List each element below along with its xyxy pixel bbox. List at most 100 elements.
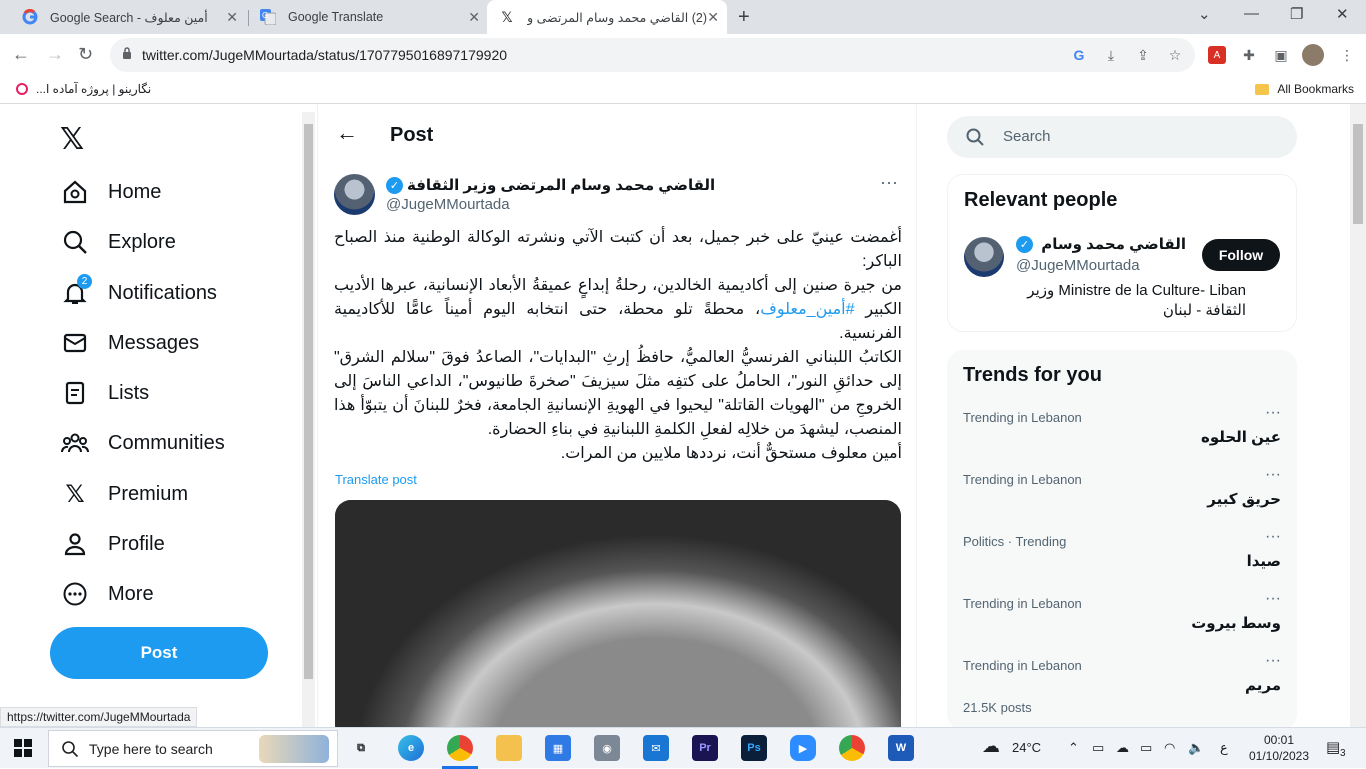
system-clock[interactable]: 00:01 01/10/2023 xyxy=(1248,732,1310,764)
file-explorer-icon[interactable] xyxy=(496,735,522,761)
scrollbar-thumb[interactable] xyxy=(1353,124,1363,224)
more-options-icon[interactable]: ··· xyxy=(1265,590,1281,608)
trend-item[interactable]: Trending in Lebanon ··· وسط بيروت xyxy=(963,590,1281,658)
hashtag-link[interactable]: #أمين_معلوف xyxy=(760,301,854,318)
back-arrow-icon[interactable]: ← xyxy=(336,120,358,146)
person-avatar[interactable] xyxy=(964,237,1004,277)
sidebar-scrollbar[interactable] xyxy=(302,112,315,727)
reload-icon[interactable]: ↻ xyxy=(78,44,93,65)
zoom-icon[interactable]: ▶ xyxy=(790,735,816,761)
google-icon xyxy=(22,9,38,25)
chevron-up-icon[interactable]: ⌃ xyxy=(1068,740,1079,756)
photoshop-icon[interactable]: Ps xyxy=(741,735,767,761)
nav-lists[interactable]: Lists xyxy=(60,371,149,415)
extensions-puzzle-icon[interactable]: ✚ xyxy=(1240,46,1258,64)
tweet-image[interactable] xyxy=(335,500,901,727)
window-close-icon[interactable]: ✕ xyxy=(1336,5,1349,23)
tab-search-chevron-icon[interactable]: ⌄ xyxy=(1198,5,1211,23)
svg-text:G: G xyxy=(262,11,268,20)
more-options-icon[interactable]: ··· xyxy=(1265,466,1281,484)
nav-explore[interactable]: Explore xyxy=(60,220,176,264)
back-arrow-icon[interactable]: ← xyxy=(12,44,30,65)
premiere-icon[interactable]: Pr xyxy=(692,735,718,761)
battery-icon[interactable]: ▭ xyxy=(1140,740,1152,756)
wifi-icon[interactable]: ◠ xyxy=(1164,740,1175,756)
author-handle[interactable]: @JugeMMourtada xyxy=(386,196,510,213)
trend-name: عين الحلوه xyxy=(1200,429,1281,446)
share-icon[interactable]: ⇪ xyxy=(1134,46,1152,64)
word-icon[interactable]: W xyxy=(888,735,914,761)
edge-icon[interactable]: e xyxy=(398,735,424,761)
x-logo-icon[interactable]: 𝕏 xyxy=(60,122,84,157)
volume-icon[interactable]: 🔈 xyxy=(1188,740,1204,756)
chrome-profile-icon[interactable] xyxy=(839,735,865,761)
post-header: ← Post xyxy=(318,104,916,160)
device-icon[interactable]: ▭ xyxy=(1092,740,1104,756)
person-handle[interactable]: @JugeMMourtada xyxy=(1016,257,1140,274)
follow-button[interactable]: Follow xyxy=(1202,239,1280,271)
author-name[interactable]: القاضي محمد وسام المرتضى وزير الثقافة ✓ xyxy=(386,176,715,194)
tab-google-search[interactable]: Google Search - أمين معلوف ✕ xyxy=(8,0,246,34)
browser-toolbar: ← → ↻ twitter.com/JugeMMourtada/status/1… xyxy=(0,34,1366,76)
weather-temp[interactable]: 24°C xyxy=(1012,740,1041,755)
notification-center-icon[interactable]: ▤ xyxy=(1326,738,1340,756)
weather-icon[interactable]: ☁ xyxy=(982,736,1000,757)
new-tab-button[interactable]: + xyxy=(738,6,750,29)
cloud-sync-icon[interactable]: ☁ xyxy=(1116,740,1129,756)
person-name[interactable]: القاضي محمد وسام المرتضى وزير الثقافة ✓ xyxy=(1016,235,1186,253)
trend-context: Trending in Lebanon xyxy=(963,472,1082,487)
nav-premium[interactable]: 𝕏 Premium xyxy=(60,472,188,516)
bookmark-item[interactable]: نگارینو | پروژه آماده ا... xyxy=(16,82,151,96)
forward-arrow-icon[interactable]: → xyxy=(46,44,64,65)
trend-item[interactable]: Politics · Trending ··· صيدا xyxy=(963,528,1281,596)
profile-avatar[interactable] xyxy=(1302,44,1324,66)
nav-profile[interactable]: Profile xyxy=(60,522,165,566)
trend-item[interactable]: Trending in Lebanon ··· مريم 21.5K posts xyxy=(963,652,1281,720)
scrollbar-thumb[interactable] xyxy=(304,124,313,679)
more-options-icon[interactable]: ··· xyxy=(1265,528,1281,546)
nav-more[interactable]: More xyxy=(60,572,154,616)
close-icon[interactable]: ✕ xyxy=(468,9,480,26)
bookmark-star-icon[interactable]: ☆ xyxy=(1166,46,1184,64)
install-icon[interactable]: ⤓ xyxy=(1102,46,1120,64)
browser-menu-icon[interactable]: ⋮ xyxy=(1338,46,1356,64)
nav-label: More xyxy=(108,582,154,605)
search-placeholder: Search xyxy=(1003,128,1051,145)
search-input[interactable]: Search xyxy=(947,116,1297,158)
all-bookmarks[interactable]: All Bookmarks xyxy=(1255,82,1354,96)
input-language[interactable]: ع xyxy=(1220,740,1228,756)
nav-communities[interactable]: Communities xyxy=(60,421,225,465)
post-button[interactable]: Post xyxy=(50,627,268,679)
author-avatar[interactable] xyxy=(334,174,375,215)
pdf-extension-icon[interactable]: A xyxy=(1208,46,1226,64)
camera-icon[interactable]: ◉ xyxy=(594,735,620,761)
more-options-icon[interactable]: ··· xyxy=(1265,404,1281,422)
mail-app-icon[interactable]: ✉ xyxy=(643,735,669,761)
store-icon[interactable]: ▦ xyxy=(545,735,571,761)
page-scrollbar[interactable] xyxy=(1350,104,1366,727)
minimize-icon[interactable]: — xyxy=(1244,5,1259,22)
trend-item[interactable]: Trending in Lebanon ··· حريق كبير xyxy=(963,466,1281,534)
google-lens-icon[interactable]: G xyxy=(1070,46,1088,64)
translate-post-link[interactable]: Translate post xyxy=(335,472,417,487)
tab-twitter-post[interactable]: 𝕏 (2) القاضي محمد وسام المرتضى وز ✕ xyxy=(487,0,727,34)
close-icon[interactable]: ✕ xyxy=(226,9,238,26)
task-view-icon[interactable]: ⧉ xyxy=(348,735,374,761)
close-icon[interactable]: ✕ xyxy=(707,9,719,26)
trend-item[interactable]: Trending in Lebanon ··· عين الحلوه xyxy=(963,404,1281,472)
nav-messages[interactable]: Messages xyxy=(60,321,199,365)
restore-icon[interactable]: ❐ xyxy=(1290,5,1303,23)
side-panel-icon[interactable]: ▣ xyxy=(1272,46,1290,64)
relevant-people-card: Relevant people القاضي محمد وسام المرتضى… xyxy=(947,174,1297,332)
windows-start-icon[interactable] xyxy=(14,739,32,757)
address-bar[interactable]: twitter.com/JugeMMourtada/status/1707795… xyxy=(110,38,1195,72)
taskbar-search[interactable]: Type here to search xyxy=(48,730,338,767)
nav-home[interactable]: Home xyxy=(60,170,161,214)
tweet-paragraph: الكاتبُ اللبناني الفرنسيُّ العالميُّ، حا… xyxy=(334,349,902,438)
nav-notifications[interactable]: 2 Notifications xyxy=(60,271,217,315)
tab-google-translate[interactable]: G Google Translate ✕ xyxy=(250,0,488,34)
search-highlight-image xyxy=(259,735,329,763)
chrome-icon[interactable] xyxy=(447,735,473,761)
more-options-icon[interactable]: ··· xyxy=(1265,652,1281,670)
more-options-icon[interactable]: ··· xyxy=(880,172,898,193)
